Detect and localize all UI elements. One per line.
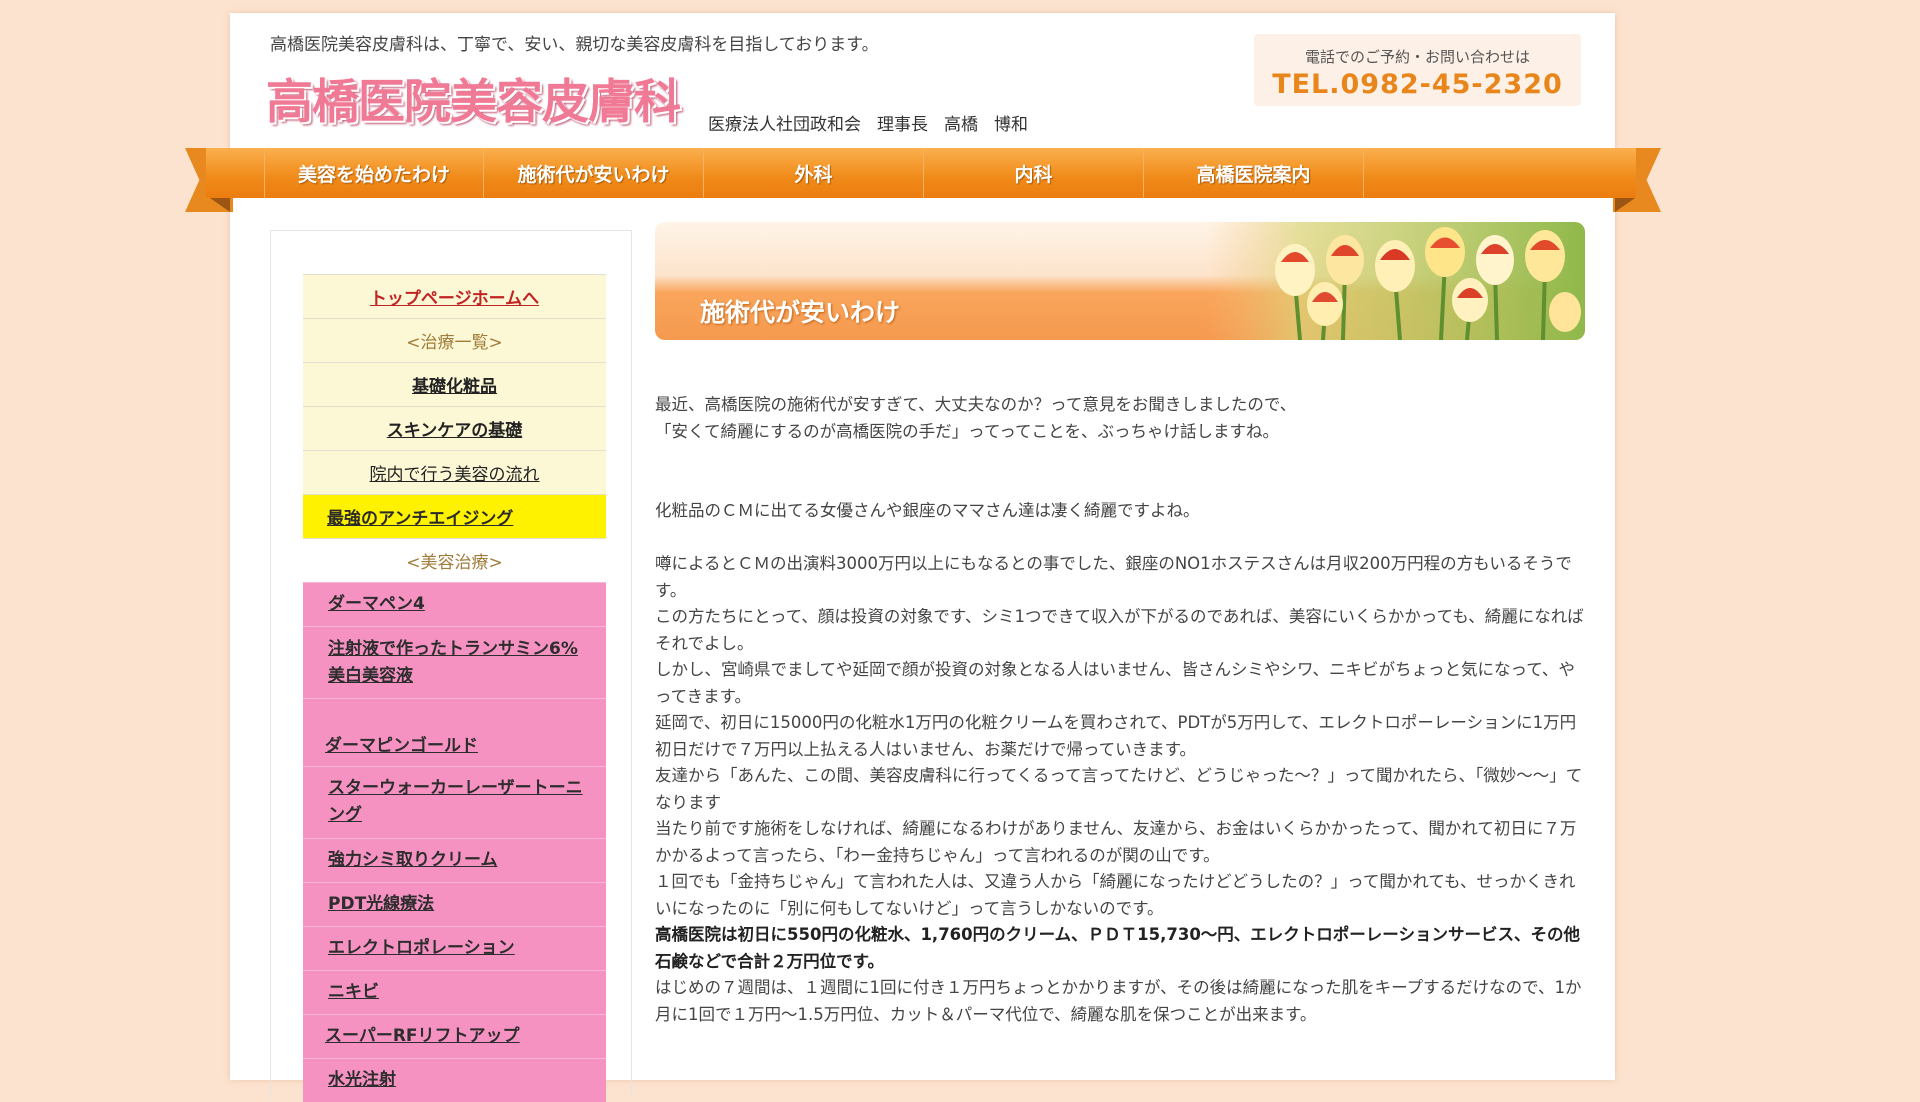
sidebar-item-label: PDT光線療法 bbox=[328, 894, 435, 914]
paragraph: 延岡で、初日に15000円の化粧水1万円の化粧クリームを買わされて、PDTが5万… bbox=[655, 713, 1577, 759]
page-banner: 施術代が安いわけ bbox=[655, 222, 1585, 340]
sidebar-item-label: ダーマペン4 bbox=[328, 594, 425, 614]
sidebar-item-tranexamic-serum[interactable]: 注射液で作ったトランサミン6%美白美容液 bbox=[303, 626, 606, 698]
sidebar-item-label: スーパーRFリフトアップ bbox=[325, 1026, 520, 1046]
sidebar-item-label: 強力シミ取りクリーム bbox=[328, 850, 498, 870]
sidebar-item-label: スキンケアの基礎 bbox=[386, 421, 523, 441]
nav-item-clinic-info[interactable]: 高橋医院案内 bbox=[1144, 148, 1364, 198]
paragraph: 友達から「あんた、この間、美容皮膚科に行ってくるって言ってたけど、どうじゃった〜… bbox=[655, 766, 1583, 812]
nav-item-surgery[interactable]: 外科 bbox=[704, 148, 924, 198]
sidebar-item-label: 注射液で作ったトランサミン6%美白美容液 bbox=[328, 639, 578, 686]
director-info: 医療法人社団政和会 理事長 高橋 博和 bbox=[708, 110, 1044, 135]
article-body: 最近、高橋医院の施術代が安すぎて、大丈夫なのか？って意見をお聞きしましたので、 … bbox=[655, 392, 1585, 1028]
sidebar-item-label: エレクトロポレーション bbox=[328, 938, 515, 958]
sidebar-category-beauty: <美容治療> bbox=[303, 538, 606, 582]
sidebar-item-label: ダーマピンゴールド bbox=[325, 736, 478, 756]
sidebar-item-electroporation[interactable]: エレクトロポレーション bbox=[303, 926, 606, 970]
nav-item-low-fees[interactable]: 施術代が安いわけ bbox=[484, 148, 704, 198]
sidebar-item-rf-liftup[interactable]: スーパーRFリフトアップ bbox=[303, 1014, 606, 1058]
sidebar-item-starwalker-laser[interactable]: スターウォーカーレーザートーニング bbox=[303, 766, 606, 838]
sidebar-category-treatments: <治療一覧> bbox=[303, 318, 606, 362]
director-org: 医療法人社団政和会 bbox=[708, 115, 861, 135]
main-nav: 美容を始めたわけ 施術代が安いわけ 外科 内科 高橋医院案内 bbox=[206, 148, 1636, 198]
sidebar-item-pdt[interactable]: PDT光線療法 bbox=[303, 882, 606, 926]
tulip-image bbox=[1205, 222, 1585, 340]
contact-caption: 電話でのご予約・お問い合わせは bbox=[1304, 48, 1530, 66]
sidebar-item-label: 基礎化粧品 bbox=[412, 377, 497, 397]
sidebar-item-label: スターウォーカーレーザートーニング bbox=[328, 778, 583, 825]
site-logo[interactable]: 高橋医院美容皮膚科 bbox=[266, 63, 681, 132]
contact-box: 電話でのご予約・お問い合わせは TEL.0982-45-2320 bbox=[1254, 34, 1581, 106]
sidebar-top-link[interactable]: トップページホームへ bbox=[303, 274, 606, 318]
paragraph: 当たり前です施術をしなければ、綺麗になるわけがありません、友達から、お金はいくら… bbox=[655, 819, 1577, 865]
category-label: <治療一覧> bbox=[406, 333, 503, 353]
intro-line: 最近、高橋医院の施術代が安すぎて、大丈夫なのか？って意見をお聞きしましたので、 bbox=[655, 395, 1297, 414]
sidebar-item-aqua-injection[interactable]: 水光注射 bbox=[303, 1058, 606, 1102]
nav-item-internal-medicine[interactable]: 内科 bbox=[924, 148, 1144, 198]
paragraph: しかし、宮崎県でましてや延岡で顔が投資の対象となる人はいません、皆さんシミやシワ… bbox=[655, 660, 1575, 706]
phone-number[interactable]: TEL.0982-45-2320 bbox=[1254, 69, 1581, 100]
header-tagline: 高橋医院美容皮膚科は、丁寧で、安い、親切な美容皮膚科を目指しております。 bbox=[270, 35, 879, 55]
sidebar-item-label: ニキビ bbox=[328, 982, 379, 1002]
paragraph: １回でも「金持ちじゃん」て言われた人は、又違う人から「綺麗になったけどどうしたの… bbox=[655, 872, 1576, 918]
nav-item-why-beauty[interactable]: 美容を始めたわけ bbox=[264, 148, 484, 198]
category-label: <美容治療> bbox=[406, 553, 503, 573]
sidebar-item-dermapin-gold[interactable]: ダーマピンゴールド bbox=[303, 698, 606, 766]
sidebar-top-link-label: トップページホームへ bbox=[369, 289, 540, 309]
price-statement: 高橋医院は初日に550円の化粧水、1,760円のクリーム、ＰＤＴ15,730〜円… bbox=[655, 925, 1580, 971]
sidebar-item-dermapen[interactable]: ダーマペン4 bbox=[303, 582, 606, 626]
intro-line: 「安くて綺麗にするのが高橋医院の手だ」ってってことを、ぶっちゃけ話しますね。 bbox=[655, 421, 1280, 441]
sidebar-item-label: 最強のアンチエイジング bbox=[327, 509, 514, 529]
page-title: 施術代が安いわけ bbox=[700, 298, 901, 327]
sidebar-item-spot-cream[interactable]: 強力シミ取りクリーム bbox=[303, 838, 606, 882]
sidebar-item-skincare-products[interactable]: 基礎化粧品 bbox=[303, 362, 606, 406]
paragraph: 化粧品のＣＭに出てる女優さんや銀座のママさん達は凄く綺麗ですよね。 bbox=[655, 501, 1200, 520]
paragraph: この方たちにとって、顔は投資の対象です、シミ1つできて収入が下がるのであれば、美… bbox=[655, 607, 1584, 653]
sidebar-item-in-clinic-flow[interactable]: 院内で行う美容の流れ bbox=[303, 450, 606, 494]
sidebar-item-label: 院内で行う美容の流れ bbox=[369, 465, 540, 485]
paragraph: 噂によるとＣＭの出演料3000万円以上にもなるとの事でした、銀座のNO1ホステス… bbox=[655, 554, 1572, 600]
paragraph: はじめの７週間は、１週間に1回に付き１万円ちょっとかかりますが、その後は綺麗にな… bbox=[655, 978, 1582, 1024]
sidebar-menu: トップページホームへ <治療一覧> 基礎化粧品 スキンケアの基礎 院内で行う美容… bbox=[303, 274, 606, 1102]
director-title: 理事長 bbox=[877, 115, 928, 135]
director-given-name: 博和 bbox=[994, 115, 1028, 135]
sidebar-item-label: 水光注射 bbox=[328, 1070, 396, 1090]
sidebar-item-acne[interactable]: ニキビ bbox=[303, 970, 606, 1014]
director-surname: 高橋 bbox=[944, 115, 978, 135]
sidebar-item-anti-aging[interactable]: 最強のアンチエイジング bbox=[303, 494, 606, 538]
sidebar-item-skincare-basics[interactable]: スキンケアの基礎 bbox=[303, 406, 606, 450]
